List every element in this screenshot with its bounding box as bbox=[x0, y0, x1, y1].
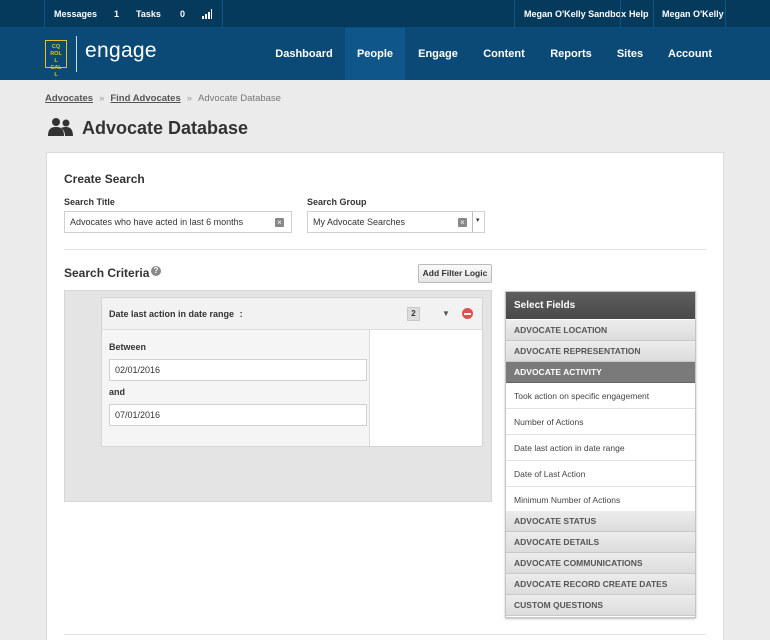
nav-dashboard[interactable]: Dashboard bbox=[266, 28, 342, 80]
category-record-create-dates[interactable]: ADVOCATE RECORD CREATE DATES bbox=[506, 574, 695, 595]
help-icon[interactable]: ? bbox=[151, 266, 161, 276]
messages-link[interactable]: Messages bbox=[54, 0, 97, 28]
chevron-down-icon[interactable]: ▾ bbox=[476, 216, 480, 224]
category-advocate-activity[interactable]: ADVOCATE ACTIVITY bbox=[506, 362, 695, 383]
nav-sites[interactable]: Sites bbox=[607, 28, 653, 80]
divider bbox=[725, 0, 726, 28]
field-took-action[interactable]: Took action on specific engagement bbox=[506, 383, 695, 409]
help-link[interactable]: Help bbox=[629, 0, 649, 28]
filter-card: Date last action in date range : 2 ▼ Bet… bbox=[101, 297, 483, 447]
search-title-label: Search Title bbox=[64, 197, 115, 207]
clear-icon[interactable]: × bbox=[458, 218, 467, 227]
nav-engage[interactable]: Engage bbox=[409, 28, 467, 80]
cq-roll-call-logo[interactable]: CQ ROLL CALL bbox=[45, 40, 67, 78]
logo-divider bbox=[76, 36, 77, 72]
end-date-input[interactable]: 07/01/2016 bbox=[109, 404, 367, 426]
add-filter-logic-button[interactable]: Add Filter Logic bbox=[418, 264, 492, 283]
create-search-heading: Create Search bbox=[64, 172, 145, 186]
page-title: Advocate Database bbox=[82, 118, 249, 138]
engage-logo-text[interactable]: engage bbox=[85, 39, 157, 63]
field-minimum-number-actions[interactable]: Minimum Number of Actions bbox=[506, 487, 695, 513]
field-date-last-action-range[interactable]: Date last action in date range bbox=[506, 435, 695, 461]
bar-chart-icon[interactable] bbox=[202, 9, 212, 19]
search-criteria-heading: Search Criteria bbox=[64, 266, 150, 280]
category-advocate-location[interactable]: ADVOCATE LOCATION bbox=[506, 320, 695, 341]
sandbox-link[interactable]: Megan O'Kelly Sandbox bbox=[524, 0, 626, 28]
start-date-input[interactable]: 02/01/2016 bbox=[109, 359, 367, 381]
filter-number-badge: 2 bbox=[407, 307, 420, 321]
search-title-input[interactable]: Advocates who have acted in last 6 month… bbox=[64, 211, 292, 233]
nav-content[interactable]: Content bbox=[474, 28, 534, 80]
field-date-of-last-action[interactable]: Date of Last Action bbox=[506, 461, 695, 487]
divider bbox=[64, 634, 706, 635]
filter-header: Date last action in date range : 2 ▼ bbox=[102, 298, 482, 330]
tasks-count[interactable]: 0 bbox=[180, 0, 185, 28]
category-advocate-status[interactable]: ADVOCATE STATUS bbox=[506, 511, 695, 532]
select-fields-heading: Select Fields bbox=[506, 292, 695, 319]
category-advocate-representation[interactable]: ADVOCATE REPRESENTATION bbox=[506, 341, 695, 362]
divider bbox=[653, 0, 654, 28]
nav-people[interactable]: People bbox=[345, 28, 405, 80]
utility-bar: Messages 1 Tasks 0 Megan O'Kelly Sandbox… bbox=[0, 0, 770, 28]
chevron-down-icon[interactable]: ▼ bbox=[442, 309, 450, 318]
filter-title: Date last action in date range : bbox=[109, 309, 243, 319]
category-advocate-communications[interactable]: ADVOCATE COMMUNICATIONS bbox=[506, 553, 695, 574]
select-fields-panel: Select Fields ADVOCATE LOCATION ADVOCATE… bbox=[505, 291, 696, 618]
tasks-link[interactable]: Tasks bbox=[136, 0, 161, 28]
nav-account[interactable]: Account bbox=[662, 28, 718, 80]
select-divider bbox=[472, 212, 473, 232]
breadcrumb-separator: » bbox=[186, 93, 193, 104]
breadcrumb-advocates[interactable]: Advocates bbox=[45, 93, 93, 104]
search-group-label: Search Group bbox=[307, 197, 367, 207]
nav-reports[interactable]: Reports bbox=[541, 28, 601, 80]
messages-count[interactable]: 1 bbox=[114, 0, 119, 28]
breadcrumb-find-advocates[interactable]: Find Advocates bbox=[110, 93, 180, 104]
remove-icon[interactable] bbox=[462, 308, 473, 319]
category-custom-questions[interactable]: CUSTOM QUESTIONS bbox=[506, 595, 695, 616]
between-label: Between bbox=[109, 342, 147, 352]
divider bbox=[620, 0, 621, 28]
category-advocate-details[interactable]: ADVOCATE DETAILS bbox=[506, 532, 695, 553]
divider bbox=[44, 0, 45, 28]
breadcrumb: Advocates » Find Advocates » Advocate Databa… bbox=[45, 93, 281, 104]
divider bbox=[64, 249, 706, 250]
divider bbox=[514, 0, 515, 28]
clear-icon[interactable]: × bbox=[275, 218, 284, 227]
main-nav: CQ ROLL CALL engage Dashboard People Eng… bbox=[0, 28, 770, 80]
divider bbox=[222, 0, 223, 28]
filter-body: Between 02/01/2016 and 07/01/2016 bbox=[102, 330, 370, 446]
field-number-of-actions[interactable]: Number of Actions bbox=[506, 409, 695, 435]
breadcrumb-separator: » bbox=[99, 93, 105, 104]
breadcrumb-current: Advocate Database bbox=[198, 93, 281, 104]
and-label: and bbox=[109, 387, 126, 397]
people-icon bbox=[48, 118, 73, 136]
user-menu[interactable]: Megan O'Kelly bbox=[662, 0, 724, 28]
